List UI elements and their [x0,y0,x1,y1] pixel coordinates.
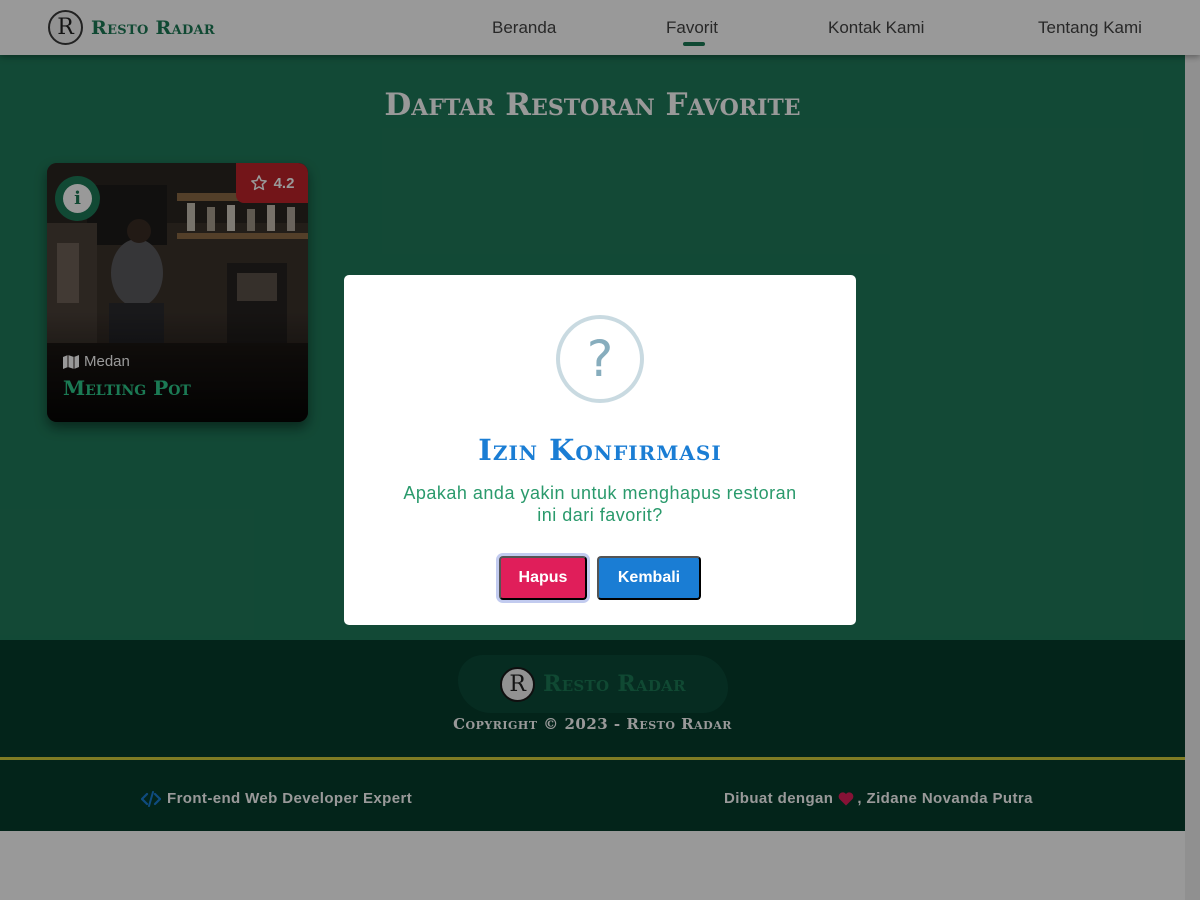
confirm-dialog: ? Izin Konfirmasi Apakah anda yakin untu… [344,275,856,625]
delete-button[interactable]: Hapus [499,556,587,600]
dialog-title: Izin Konfirmasi [478,433,722,467]
dialog-message: Apakah anda yakin untuk menghapus restor… [403,483,797,525]
question-icon: ? [556,315,644,403]
back-button[interactable]: Kembali [597,556,701,600]
